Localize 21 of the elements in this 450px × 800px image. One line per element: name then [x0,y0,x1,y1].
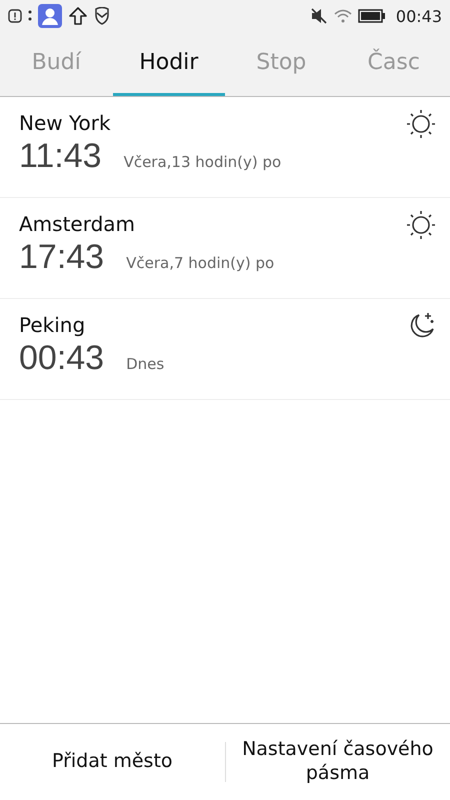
timezone-settings-button[interactable]: Nastavení časového pásma [226,724,450,800]
battery-icon [358,9,386,23]
upload-arrow-icon [68,6,88,26]
alert-icon [8,9,22,23]
time-offset: Včera,7 hodin(y) po [126,254,274,272]
tab[interactable]: Hodir [112,32,225,96]
city-time: 17:43 [19,238,104,277]
wifi-icon [334,9,352,23]
time-offset: Dnes [126,355,164,373]
contact-icon [38,4,62,28]
city-name: Amsterdam [19,212,136,236]
more-icon [28,9,32,23]
shield-icon [94,7,110,25]
city-time: 11:43 [19,137,102,176]
add-city-button[interactable]: Přidat město [0,724,224,800]
city-time: 00:43 [19,339,104,378]
mute-icon [310,7,328,25]
time-offset: Včera,13 hodin(y) po [124,153,282,171]
city-name: New York [19,111,112,135]
city-name: Peking [19,313,86,337]
clock-time: 00:43 [396,6,442,26]
